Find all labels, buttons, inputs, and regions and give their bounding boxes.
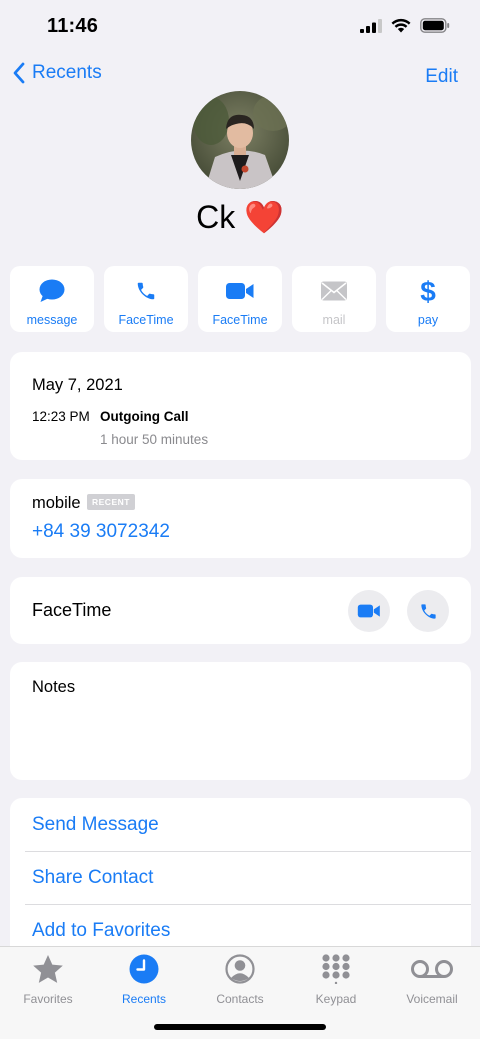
call-type: Outgoing Call <box>100 409 189 424</box>
recent-badge: RECENT <box>87 494 135 510</box>
phone-label: mobile <box>32 494 81 512</box>
chevron-left-icon <box>13 62 25 84</box>
envelope-icon <box>320 278 348 304</box>
person-circle-icon <box>225 953 255 985</box>
edit-button[interactable]: Edit <box>425 66 458 88</box>
add-to-favorites-option[interactable]: Add to Favorites <box>32 920 170 942</box>
voicemail-icon <box>410 953 454 985</box>
send-message-option[interactable]: Send Message <box>32 814 159 836</box>
share-contact-option[interactable]: Share Contact <box>32 867 153 889</box>
mail-action-label: mail <box>322 313 346 327</box>
tab-favorites[interactable]: Favorites <box>0 953 96 1006</box>
tab-contacts-label: Contacts <box>216 992 264 1006</box>
tab-contacts[interactable]: Contacts <box>192 953 288 1006</box>
tab-voicemail[interactable]: Voicemail <box>384 953 480 1006</box>
divider <box>25 904 471 905</box>
keypad-icon <box>322 953 350 985</box>
battery-icon <box>420 18 450 33</box>
message-action-label: message <box>26 313 78 327</box>
facetime-card: FaceTime <box>10 577 471 644</box>
facetime-video-action-button[interactable]: FaceTime <box>198 266 282 332</box>
message-bubble-icon <box>39 278 65 304</box>
call-duration: 1 hour 50 minutes <box>100 432 209 447</box>
facetime-video-button[interactable] <box>348 590 390 632</box>
pay-action-label: pay <box>417 313 439 327</box>
facetime-label: FaceTime <box>32 600 112 620</box>
svg-text:$: $ <box>420 277 436 305</box>
tab-favorites-label: Favorites <box>23 992 73 1006</box>
contact-name: Ck ❤️ <box>196 199 284 235</box>
mail-action-button[interactable]: mail <box>292 266 376 332</box>
phone-number-link[interactable]: +84 39 3072342 <box>32 521 170 543</box>
tab-recents[interactable]: Recents <box>96 953 192 1006</box>
quick-actions: message FaceTime FaceTime mail $ pay <box>10 266 470 332</box>
notes-field[interactable]: Notes <box>10 662 471 780</box>
call-date: May 7, 2021 <box>32 376 123 394</box>
notes-label: Notes <box>32 678 76 696</box>
facetime-video-action-label: FaceTime <box>212 313 268 327</box>
call-time: 12:23 PM <box>32 409 90 424</box>
pay-action-button[interactable]: $ pay <box>386 266 470 332</box>
tab-recents-label: Recents <box>121 992 167 1006</box>
facetime-audio-action-button[interactable]: FaceTime <box>104 266 188 332</box>
wifi-icon <box>391 18 411 33</box>
star-icon <box>32 953 64 985</box>
contact-avatar <box>191 91 289 189</box>
status-icons <box>360 18 450 33</box>
phone-number-card: mobile RECENT +84 39 3072342 <box>10 479 471 558</box>
dollar-icon: $ <box>419 277 437 305</box>
facetime-audio-button[interactable] <box>407 590 449 632</box>
tab-keypad[interactable]: Keypad <box>288 953 384 1006</box>
status-bar: 11:46 <box>0 0 480 56</box>
home-indicator[interactable] <box>154 1024 326 1030</box>
video-camera-icon <box>225 278 255 304</box>
facetime-audio-action-label: FaceTime <box>118 313 174 327</box>
status-time: 11:46 <box>47 15 99 37</box>
avatar-photo <box>191 91 289 189</box>
phone-icon <box>420 603 436 619</box>
tab-voicemail-label: Voicemail <box>406 992 458 1006</box>
divider <box>25 851 471 852</box>
cellular-signal-icon <box>360 18 382 33</box>
call-history-card: May 7, 2021 12:23 PM Outgoing Call 1 hou… <box>10 352 471 460</box>
contact-options-list: Send Message Share Contact Add to Favori… <box>10 798 471 958</box>
video-camera-icon <box>357 604 380 618</box>
back-button-label: Recents <box>32 62 102 83</box>
phone-icon <box>135 278 157 304</box>
clock-icon <box>129 953 159 985</box>
navigation-bar: Recents Edit <box>0 62 480 94</box>
back-button[interactable]: Recents <box>12 62 102 84</box>
tab-keypad-label: Keypad <box>315 992 357 1006</box>
message-action-button[interactable]: message <box>10 266 94 332</box>
